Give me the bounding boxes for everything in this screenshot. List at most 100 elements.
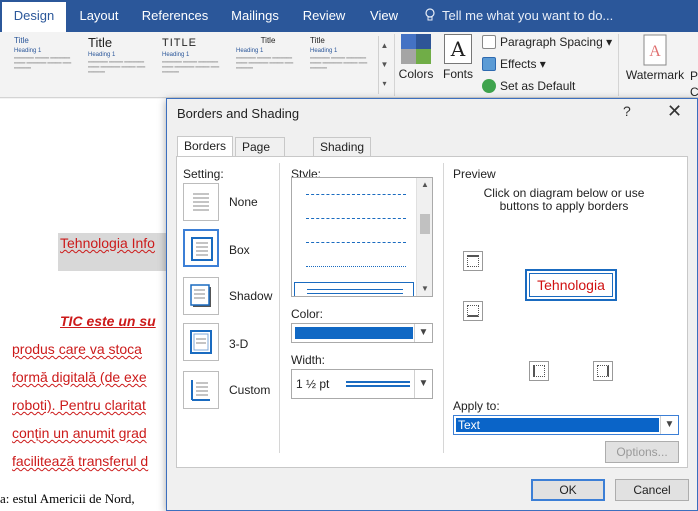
style-set-gallery: Title Heading 1 ═══════ ═════ ═══════ ════… <box>14 36 376 94</box>
help-icon[interactable]: ? <box>623 103 631 119</box>
style-option-dashed[interactable] <box>306 194 406 195</box>
options-button[interactable]: Options... <box>605 441 679 463</box>
fonts-label: Fonts <box>442 67 473 81</box>
tell-me-search[interactable]: Tell me what you want to do... <box>424 0 613 32</box>
fonts-icon: A <box>444 34 472 64</box>
tab-references[interactable]: References <box>136 0 214 32</box>
setting-shadow-label: Shadow <box>229 289 273 303</box>
more-icon[interactable]: ▾ <box>379 74 390 93</box>
scroll-thumb[interactable] <box>420 214 430 234</box>
setting-shadow[interactable] <box>183 277 219 315</box>
style-set-thumb[interactable]: Title Heading 1 ═══════ ═════ ═══════ ════… <box>14 36 78 94</box>
style-thumb-title: Title <box>14 36 29 45</box>
left-border-icon[interactable] <box>529 361 549 381</box>
setting-custom[interactable] <box>183 371 219 409</box>
color-swatch <box>295 327 413 339</box>
column-separator <box>443 163 444 453</box>
tab-page-border[interactable]: Page Border <box>235 137 286 172</box>
preview-diagram[interactable]: Tehnologia <box>525 269 617 301</box>
doc-line: facilitează transferul d <box>12 453 149 469</box>
apply-to-dropdown[interactable]: Text ▼ <box>453 415 679 435</box>
doc-line: conțin un anumit grad <box>12 425 147 441</box>
chevron-down-icon[interactable]: ▼ <box>414 370 432 398</box>
apply-to-label: Apply to: <box>453 399 500 413</box>
tab-borders[interactable]: Borders <box>177 136 234 158</box>
setting-label: Setting: <box>183 167 224 181</box>
ribbon-design: Title Heading 1 ═══════ ═════ ═══════ ════… <box>0 32 698 99</box>
gallery-scroll[interactable]: ▲ ▼ ▾ <box>378 36 390 94</box>
color-label: Color: <box>291 307 324 321</box>
lightbulb-icon <box>425 8 435 21</box>
width-label: Width: <box>291 353 326 367</box>
style-thumb-title: Title <box>260 36 276 45</box>
style-set-thumb[interactable]: Title Heading 1 ═══════ ═════ ═══════ ════… <box>236 36 300 94</box>
chevron-up-icon[interactable]: ▲ <box>417 178 432 192</box>
ok-button[interactable]: OK <box>531 479 605 501</box>
tab-view[interactable]: View <box>360 0 408 32</box>
setting-shadow-icon <box>190 284 211 307</box>
style-option-dotted[interactable] <box>306 266 406 267</box>
paragraph-spacing-label: Paragraph Spacing <box>500 35 603 49</box>
setting-3d-icon <box>190 330 212 354</box>
colors-icon <box>401 34 431 64</box>
cancel-button[interactable]: Cancel <box>615 479 689 501</box>
watermark-button[interactable]: A Watermark <box>624 34 686 82</box>
width-dropdown[interactable]: 1 ½ pt ▼ <box>291 369 433 399</box>
style-thumb-heading: Heading 1 <box>310 48 338 54</box>
doc-line: produs care va stoca <box>12 341 142 357</box>
preview-sample-text: Tehnologia <box>529 273 613 297</box>
setting-none-icon <box>193 193 209 211</box>
chevron-down-icon[interactable]: ▼ <box>379 55 390 74</box>
doc-line: roboti). Pentru claritat <box>12 397 146 413</box>
ribbon-separator <box>618 34 619 96</box>
double-line-sample <box>307 289 403 294</box>
tab-mailings[interactable]: Mailings <box>222 0 288 32</box>
setting-none[interactable] <box>183 183 219 221</box>
color-dropdown[interactable]: ▼ <box>291 323 433 343</box>
chevron-up-icon[interactable]: ▲ <box>379 36 390 55</box>
chevron-down-icon[interactable]: ▼ <box>414 324 432 342</box>
ribbon-tab-bar: Design Layout References Mailings Review… <box>0 0 698 32</box>
setting-custom-icon <box>191 380 210 401</box>
setting-box[interactable] <box>183 229 219 267</box>
style-option-double-selected[interactable] <box>294 282 414 296</box>
set-as-default-label: Set as Default <box>500 79 576 93</box>
set-as-default-button[interactable]: Set as Default <box>482 76 575 96</box>
effects-button[interactable]: Effects ▾ <box>482 54 546 74</box>
close-icon[interactable]: ✕ <box>667 101 682 122</box>
style-thumb-heading: Heading 1 <box>14 48 42 54</box>
width-sample-line <box>346 381 410 387</box>
style-scrollbar[interactable]: ▲ ▼ <box>416 178 432 296</box>
watermark-label: Watermark <box>625 68 685 82</box>
style-option-dash-dot-dot[interactable] <box>306 242 406 243</box>
tab-design[interactable]: Design <box>2 2 66 32</box>
chevron-down-icon[interactable]: ▼ <box>417 282 432 296</box>
setting-3d[interactable] <box>183 323 219 361</box>
colors-button[interactable]: Colors <box>398 34 434 81</box>
style-list[interactable]: ▲ ▼ <box>291 177 433 297</box>
style-set-thumb[interactable]: Title Heading 1 ═══════ ═════ ═══════ ════… <box>88 36 152 94</box>
setting-box-icon <box>191 237 213 261</box>
doc-line: a: estul Americii de Nord, <box>0 491 135 506</box>
right-border-icon[interactable] <box>593 361 613 381</box>
tab-shading[interactable]: Shading <box>313 137 372 157</box>
style-set-thumb[interactable]: Title Heading 1 ═══════ ═════ ═══════ ════… <box>310 36 374 94</box>
bottom-border-icon[interactable] <box>463 301 483 321</box>
svg-text:A: A <box>649 43 661 60</box>
ribbon-separator <box>394 34 395 96</box>
chevron-down-icon[interactable]: ▼ <box>660 416 678 434</box>
setting-3d-label: 3-D <box>229 337 249 351</box>
tab-review[interactable]: Review <box>296 0 352 32</box>
top-border-icon[interactable] <box>463 251 483 271</box>
width-value: 1 ½ pt <box>296 377 330 391</box>
style-option-dash-dot[interactable] <box>306 218 406 219</box>
tell-me-text: Tell me what you want to do... <box>442 8 614 23</box>
setting-none-label: None <box>229 195 258 209</box>
style-set-thumb[interactable]: TITLE Heading 1 ═══════ ═════ ═══════ ════… <box>162 36 226 94</box>
tab-layout[interactable]: Layout <box>70 0 128 32</box>
borders-panel: Setting: None Box Shadow 3-D Custom Styl… <box>176 156 688 468</box>
paragraph-spacing-button[interactable]: Paragraph Spacing ▾ <box>482 32 612 52</box>
paragraph-spacing-icon <box>482 35 496 49</box>
setting-box-label: Box <box>229 243 250 257</box>
fonts-button[interactable]: A Fonts <box>440 34 476 81</box>
